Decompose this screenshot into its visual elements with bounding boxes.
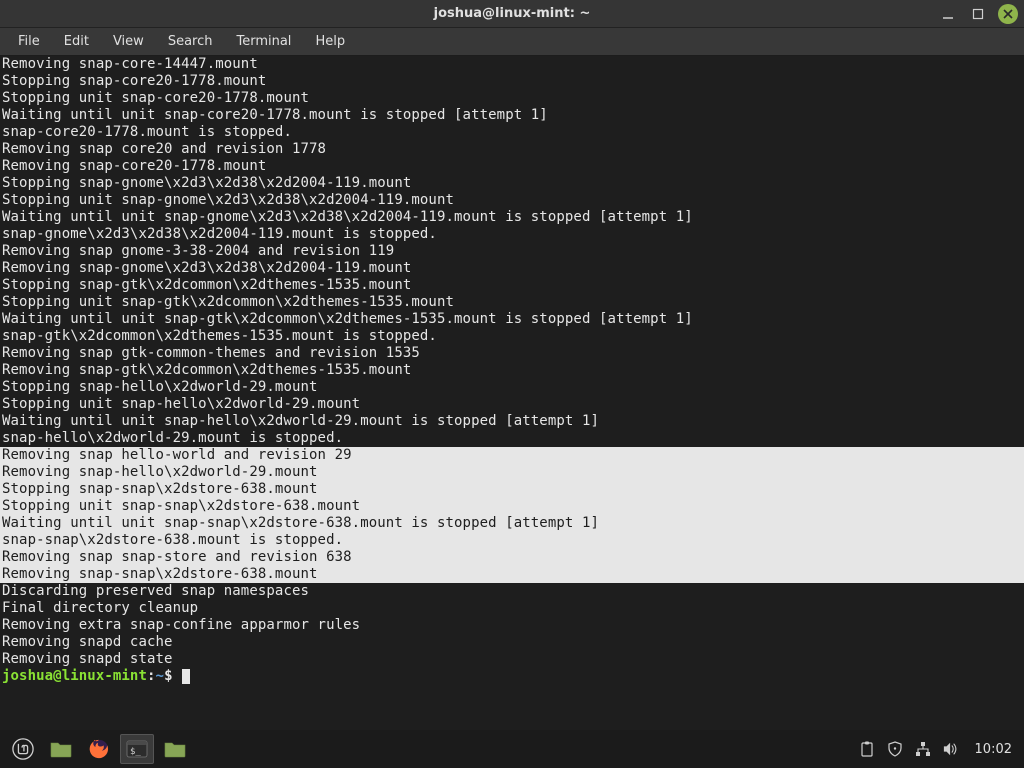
window-controls bbox=[938, 0, 1018, 28]
terminal-line: Stopping unit snap-snap\x2dstore-638.mou… bbox=[0, 498, 1024, 515]
taskbar-left: $_ bbox=[6, 734, 192, 764]
terminal-line: snap-gtk\x2dcommon\x2dthemes-1535.mount … bbox=[0, 328, 1024, 345]
terminal-line: Removing extra snap-confine apparmor rul… bbox=[0, 617, 1024, 634]
terminal-line: snap-snap\x2dstore-638.mount is stopped. bbox=[0, 532, 1024, 549]
taskbar-files-button[interactable] bbox=[44, 734, 78, 764]
terminal-line: Removing snap-gnome\x2d3\x2d38\x2d2004-1… bbox=[0, 260, 1024, 277]
terminal-line: Waiting until unit snap-gnome\x2d3\x2d38… bbox=[0, 209, 1024, 226]
terminal-viewport[interactable]: Removing snap-core-14447.mountStopping s… bbox=[0, 56, 1024, 730]
network-icon bbox=[915, 741, 931, 757]
terminal-line: Stopping snap-gnome\x2d3\x2d38\x2d2004-1… bbox=[0, 175, 1024, 192]
clipboard-icon bbox=[860, 741, 874, 757]
terminal-line: Waiting until unit snap-snap\x2dstore-63… bbox=[0, 515, 1024, 532]
terminal-line: snap-hello\x2dworld-29.mount is stopped. bbox=[0, 430, 1024, 447]
taskbar: $_ bbox=[0, 730, 1024, 768]
menu-terminal[interactable]: Terminal bbox=[226, 31, 301, 52]
window-title: joshua@linux-mint: ~ bbox=[0, 6, 1024, 21]
terminal-line: Discarding preserved snap namespaces bbox=[0, 583, 1024, 600]
terminal-line: Removing snap-core-14447.mount bbox=[0, 56, 1024, 73]
folder-open-icon bbox=[164, 740, 186, 758]
menu-search[interactable]: Search bbox=[158, 31, 223, 52]
taskbar-firefox-button[interactable] bbox=[82, 734, 116, 764]
maximize-button[interactable] bbox=[968, 4, 988, 24]
terminal-line: Removing snapd cache bbox=[0, 634, 1024, 651]
terminal-line: Waiting until unit snap-core20-1778.moun… bbox=[0, 107, 1024, 124]
terminal-line: Removing snap core20 and revision 1778 bbox=[0, 141, 1024, 158]
maximize-icon bbox=[972, 8, 984, 20]
terminal-line: Stopping unit snap-core20-1778.mount bbox=[0, 90, 1024, 107]
menu-edit[interactable]: Edit bbox=[54, 31, 99, 52]
tray-updates-button[interactable] bbox=[887, 741, 903, 757]
terminal-window: joshua@linux-mint: ~ File Edit View Sear… bbox=[0, 0, 1024, 730]
minimize-icon bbox=[942, 8, 954, 20]
mint-logo-icon bbox=[12, 738, 34, 760]
terminal-icon: $_ bbox=[126, 740, 148, 758]
terminal-line: Removing snapd state bbox=[0, 651, 1024, 668]
terminal-line: Stopping unit snap-gtk\x2dcommon\x2dthem… bbox=[0, 294, 1024, 311]
terminal-line: Removing snap hello-world and revision 2… bbox=[0, 447, 1024, 464]
menu-help[interactable]: Help bbox=[305, 31, 355, 52]
close-icon bbox=[1003, 9, 1013, 19]
terminal-line: Removing snap-snap\x2dstore-638.mount bbox=[0, 566, 1024, 583]
menubar: File Edit View Search Terminal Help bbox=[0, 28, 1024, 56]
terminal-line: Stopping snap-core20-1778.mount bbox=[0, 73, 1024, 90]
terminal-line: Removing snap-core20-1778.mount bbox=[0, 158, 1024, 175]
firefox-icon bbox=[88, 738, 110, 760]
terminal-line: Removing snap gnome-3-38-2004 and revisi… bbox=[0, 243, 1024, 260]
clock[interactable]: 10:02 bbox=[971, 742, 1012, 757]
terminal-line: Stopping unit snap-gnome\x2d3\x2d38\x2d2… bbox=[0, 192, 1024, 209]
terminal-line: Stopping snap-snap\x2dstore-638.mount bbox=[0, 481, 1024, 498]
shield-icon bbox=[887, 741, 903, 757]
terminal-line: snap-core20-1778.mount is stopped. bbox=[0, 124, 1024, 141]
menu-view[interactable]: View bbox=[103, 31, 154, 52]
tray-volume-button[interactable] bbox=[943, 741, 959, 757]
speaker-icon bbox=[943, 741, 959, 757]
terminal-line: Stopping snap-gtk\x2dcommon\x2dthemes-15… bbox=[0, 277, 1024, 294]
titlebar: joshua@linux-mint: ~ bbox=[0, 0, 1024, 28]
folder-icon bbox=[50, 740, 72, 758]
terminal-line: snap-gnome\x2d3\x2d38\x2d2004-119.mount … bbox=[0, 226, 1024, 243]
terminal-line: Removing snap gtk-common-themes and revi… bbox=[0, 345, 1024, 362]
terminal-line: Stopping snap-hello\x2dworld-29.mount bbox=[0, 379, 1024, 396]
system-tray: 10:02 bbox=[859, 741, 1018, 757]
terminal-prompt[interactable]: joshua@linux-mint:~$ bbox=[0, 668, 1024, 685]
svg-text:$_: $_ bbox=[130, 747, 141, 757]
terminal-line: Final directory cleanup bbox=[0, 600, 1024, 617]
start-menu-button[interactable] bbox=[6, 734, 40, 764]
menu-file[interactable]: File bbox=[8, 31, 50, 52]
terminal-line: Removing snap-gtk\x2dcommon\x2dthemes-15… bbox=[0, 362, 1024, 379]
minimize-button[interactable] bbox=[938, 4, 958, 24]
close-button[interactable] bbox=[998, 4, 1018, 24]
terminal-line: Waiting until unit snap-hello\x2dworld-2… bbox=[0, 413, 1024, 430]
terminal-line: Stopping unit snap-hello\x2dworld-29.mou… bbox=[0, 396, 1024, 413]
terminal-line: Removing snap-hello\x2dworld-29.mount bbox=[0, 464, 1024, 481]
cursor bbox=[182, 669, 190, 684]
tray-clipboard-button[interactable] bbox=[859, 741, 875, 757]
taskbar-files-open-button[interactable] bbox=[158, 734, 192, 764]
terminal-line: Removing snap snap-store and revision 63… bbox=[0, 549, 1024, 566]
terminal-line: Waiting until unit snap-gtk\x2dcommon\x2… bbox=[0, 311, 1024, 328]
taskbar-terminal-button[interactable]: $_ bbox=[120, 734, 154, 764]
tray-network-button[interactable] bbox=[915, 741, 931, 757]
